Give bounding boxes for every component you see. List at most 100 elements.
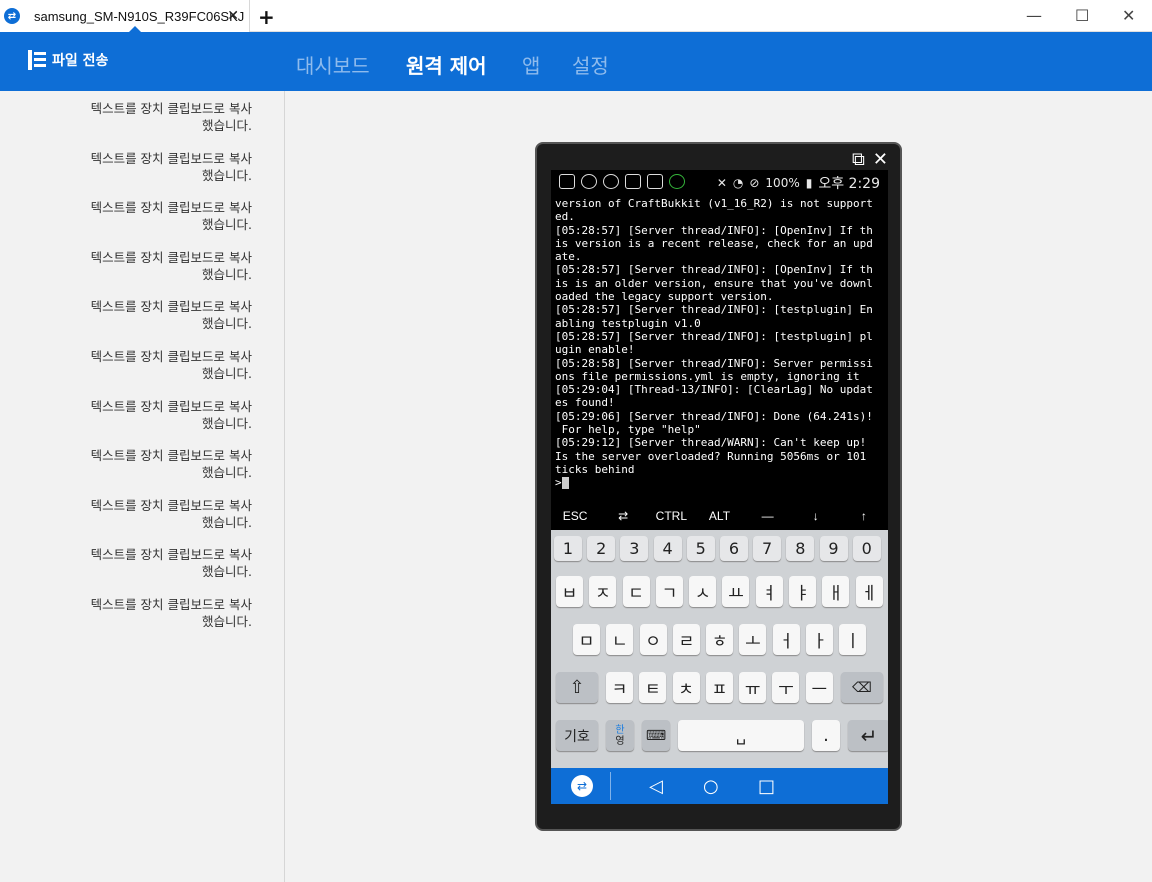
teamviewer-quicksupport-icon[interactable]: ⇄ bbox=[571, 775, 593, 797]
clock: 오후 2:29 bbox=[818, 176, 880, 192]
keyboard-key[interactable]: 0 bbox=[852, 536, 881, 561]
keyboard-key[interactable]: ㅎ bbox=[706, 624, 734, 655]
home-icon[interactable]: ○ bbox=[703, 776, 719, 797]
open-external-icon[interactable]: ⧉ bbox=[852, 149, 865, 170]
tab-apps[interactable]: 앱 bbox=[522, 50, 540, 79]
extra-key[interactable]: ⇄ bbox=[599, 509, 647, 523]
language-key[interactable]: 한 영 bbox=[606, 720, 634, 751]
keyboard-key[interactable]: ㄱ bbox=[655, 576, 683, 607]
wifi-icon: ◔ bbox=[732, 176, 744, 190]
keyboard-key[interactable]: ㄷ bbox=[622, 576, 650, 607]
keyboard-key[interactable]: ㅛ bbox=[722, 576, 750, 607]
extra-key[interactable]: — bbox=[744, 509, 792, 523]
terminal-extra-keys: ESC ⇄ CTRL ALT — ↓ ↑ bbox=[551, 501, 888, 531]
keyboard-key[interactable]: ㅡ bbox=[805, 672, 833, 703]
terminal-output[interactable]: version of CraftBukkit (v1_16_R2) is not… bbox=[555, 197, 885, 490]
power-icon bbox=[669, 174, 685, 189]
keyboard-key[interactable]: ㅌ bbox=[639, 672, 667, 703]
tab-title: samsung_SM-N910S_R39FC06SKJ bbox=[34, 8, 245, 24]
keyboard-key[interactable]: 3 bbox=[620, 536, 649, 561]
keyboard-key[interactable]: 1 bbox=[554, 536, 582, 561]
shift-key[interactable]: ⇧ bbox=[556, 672, 598, 703]
keyboard-key[interactable]: 2 bbox=[587, 536, 616, 561]
log-entry: 텍스트를 장치 클립보드로 복사 했습니다. bbox=[32, 298, 252, 332]
keyboard-key[interactable]: ㅔ bbox=[855, 576, 883, 607]
keyboard-key[interactable]: ㅓ bbox=[772, 624, 800, 655]
extra-key[interactable]: CTRL bbox=[647, 509, 695, 523]
keyboard-key[interactable]: ㅗ bbox=[739, 624, 767, 655]
tab-remote-control[interactable]: 원격 제어 bbox=[406, 50, 487, 79]
space-key[interactable]: ␣ bbox=[678, 720, 804, 751]
terminal-line: is is an older version, ensure that you'… bbox=[555, 276, 873, 290]
keyboard-key[interactable]: 7 bbox=[753, 536, 782, 561]
keyboard-key[interactable]: 4 bbox=[653, 536, 682, 561]
extra-key[interactable]: ↓ bbox=[792, 509, 840, 523]
keyboard-key[interactable]: ㅕ bbox=[755, 576, 783, 607]
keyboard-key[interactable]: ㅁ bbox=[573, 624, 600, 655]
terminal-line: Is the server overloaded? Running 5056ms… bbox=[555, 449, 867, 463]
minimize-button[interactable]: — bbox=[1026, 6, 1042, 25]
terminal-line: version of CraftBukkit (v1_16_R2) is not… bbox=[555, 197, 873, 210]
tab-settings[interactable]: 설정 bbox=[572, 50, 609, 79]
keyboard-key[interactable]: 8 bbox=[786, 536, 815, 561]
keyboard-key[interactable]: ㄹ bbox=[672, 624, 700, 655]
terminal-line: ate. bbox=[555, 250, 582, 264]
screen-icon bbox=[647, 174, 663, 189]
terminal-cursor bbox=[561, 477, 569, 490]
keyboard-key[interactable]: ㅠ bbox=[739, 672, 767, 703]
keyboard-key[interactable]: ㅑ bbox=[789, 576, 817, 607]
keyboard-key[interactable]: ㅍ bbox=[705, 672, 733, 703]
keyboard-key[interactable]: ㅋ bbox=[606, 672, 633, 703]
keyboard-key[interactable]: ㅂ bbox=[556, 576, 583, 607]
device-frame: ⧉ ✕ ✕ ◔ ⊘ 100% ▮ 오후 2:29 version of Craf… bbox=[535, 142, 902, 831]
keyboard-key[interactable]: ㅊ bbox=[672, 672, 700, 703]
keyboard-key[interactable]: ㅈ bbox=[589, 576, 617, 607]
lang-key-bottom-label: 영 bbox=[615, 735, 625, 747]
keyboard-key[interactable]: ㅇ bbox=[639, 624, 667, 655]
back-icon[interactable]: ◁ bbox=[649, 776, 663, 797]
keyboard-key[interactable]: 9 bbox=[819, 536, 848, 561]
keyboard-key[interactable]: ㅐ bbox=[822, 576, 850, 607]
teamviewer-logo-icon: ⇄ bbox=[4, 8, 20, 24]
file-transfer-button[interactable]: 파일 전송 bbox=[28, 50, 108, 70]
log-entry-line1: 텍스트를 장치 클립보드로 복사 bbox=[90, 497, 252, 513]
log-entry-line1: 텍스트를 장치 클립보드로 복사 bbox=[90, 597, 252, 612]
keyboard-key[interactable]: 5 bbox=[686, 536, 715, 561]
terminal-line: [05:28:57] [Server thread/INFO]: [OpenIn… bbox=[555, 263, 873, 277]
device-screen[interactable]: ✕ ◔ ⊘ 100% ▮ 오후 2:29 version of CraftBuk… bbox=[551, 170, 888, 804]
keyboard-key[interactable]: ㅅ bbox=[689, 576, 717, 607]
keyboard-key[interactable]: ㅜ bbox=[772, 672, 800, 703]
extra-key[interactable]: ESC bbox=[551, 509, 599, 523]
log-entry-line2: 했습니다. bbox=[202, 167, 252, 183]
recents-icon[interactable]: □ bbox=[758, 776, 775, 797]
keyboard-key[interactable]: 6 bbox=[719, 536, 748, 561]
new-tab-button[interactable]: + bbox=[258, 5, 275, 29]
tab-dashboard[interactable]: 대시보드 bbox=[296, 50, 370, 79]
period-key[interactable]: . bbox=[812, 720, 840, 751]
log-entry-line2: 했습니다. bbox=[202, 118, 252, 133]
keyboard-key[interactable]: ㄴ bbox=[606, 624, 634, 655]
enter-key[interactable]: ↵ bbox=[848, 720, 888, 751]
close-window-button[interactable]: ✕ bbox=[1122, 6, 1135, 25]
terminal-line: [05:28:57] [Server thread/INFO]: [testpl… bbox=[555, 329, 873, 343]
keyboard-settings-icon[interactable]: ⌨ bbox=[642, 720, 670, 751]
keyboard-key[interactable]: ㅣ bbox=[839, 624, 867, 655]
log-entry-line1: 텍스트를 장치 클립보드로 복사 bbox=[90, 200, 252, 216]
terminal-line: oaded the legacy support version. bbox=[555, 290, 774, 304]
soft-keyboard: 1234567890 ㅂㅈㄷㄱㅅㅛㅕㅑㅐㅔ ㅁㄴㅇㄹㅎㅗㅓㅏㅣ ⇧ ㅋㅌㅊㅍㅠㅜ… bbox=[551, 530, 888, 768]
device-tab[interactable]: ⇄ samsung_SM-N910S_R39FC06SKJ ✕ bbox=[0, 0, 250, 33]
backspace-key[interactable]: ⌫ bbox=[841, 672, 884, 703]
log-entry: 텍스트를 장치 클립보드로 복사 했습니다. bbox=[32, 596, 252, 630]
log-entry: 텍스트를 장치 클립보드로 복사 했습니다. bbox=[32, 199, 252, 233]
symbols-key[interactable]: 기호 bbox=[556, 720, 598, 751]
extra-key[interactable]: ALT bbox=[695, 509, 743, 523]
terminal-line: For help, type "help" bbox=[555, 423, 701, 437]
battery-icon: ▮ bbox=[805, 176, 813, 190]
keyboard-key[interactable]: ㅏ bbox=[806, 624, 834, 655]
tab-close-icon[interactable]: ✕ bbox=[227, 8, 239, 24]
maximize-button[interactable]: ☐ bbox=[1075, 6, 1089, 25]
terminal-line: [05:29:12] [Server thread/WARN]: Can't k… bbox=[555, 436, 867, 450]
close-device-icon[interactable]: ✕ bbox=[873, 149, 888, 170]
extra-key[interactable]: ↑ bbox=[840, 509, 888, 523]
log-entry-line1: 텍스트를 장치 클립보드로 복사 bbox=[90, 398, 252, 414]
